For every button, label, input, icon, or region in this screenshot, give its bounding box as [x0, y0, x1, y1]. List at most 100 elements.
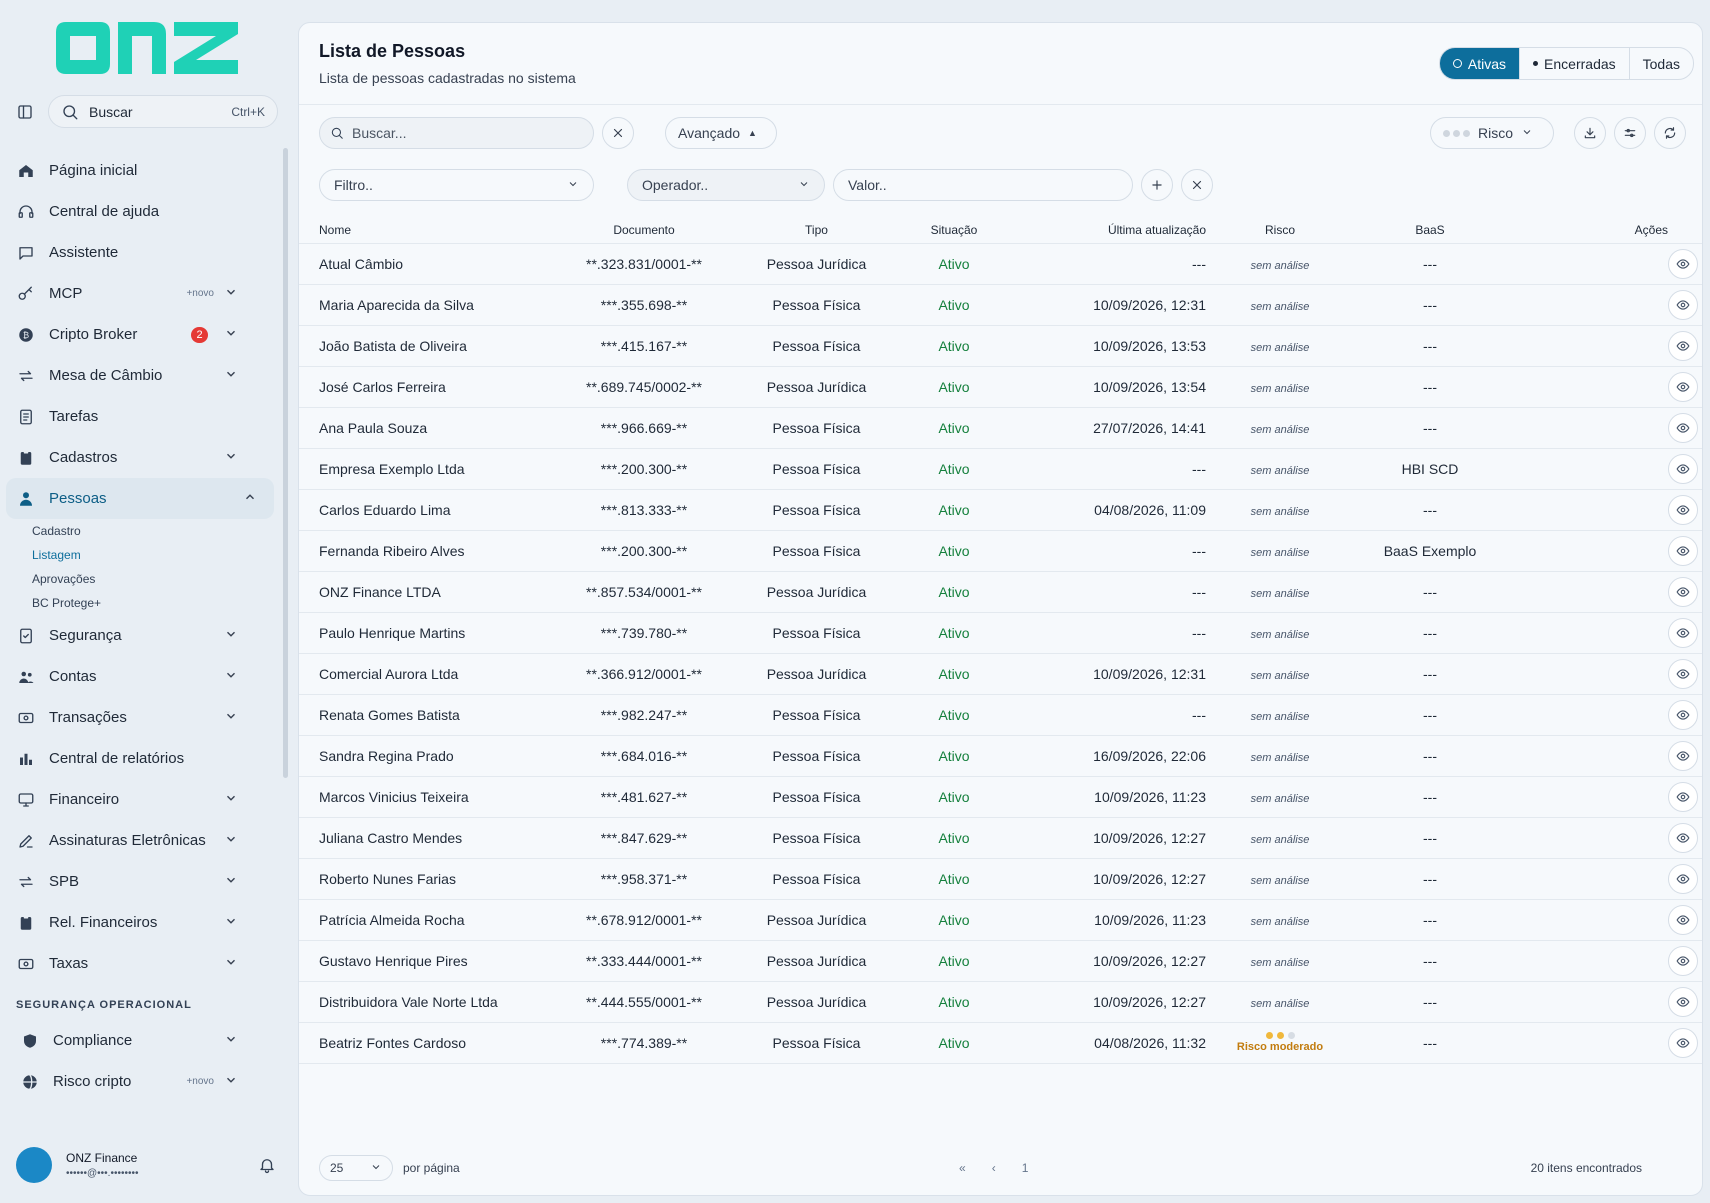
- table-row[interactable]: Maria Aparecida da Silva ***.355.698-** Pe…: [299, 283, 1702, 325]
- sidebar-item-transacoes[interactable]: Transações: [0, 697, 280, 738]
- sidebar-item-pagina-inicial[interactable]: Página inicial: [0, 150, 280, 191]
- view-button[interactable]: [1668, 617, 1698, 648]
- onz-logo[interactable]: [54, 18, 240, 78]
- chevron-down-icon[interactable]: [224, 367, 238, 385]
- sidebar-item-assinaturas-eletronicas[interactable]: Assinaturas Eletrônicas: [0, 820, 280, 861]
- chevron-down-icon[interactable]: [224, 668, 238, 686]
- view-button[interactable]: [1668, 740, 1698, 771]
- table-row[interactable]: Paulo Henrique Martins ***.739.780-** Pess…: [299, 611, 1702, 653]
- sidebar-item-spb[interactable]: SPB: [0, 861, 280, 902]
- view-button[interactable]: [1668, 535, 1698, 566]
- sidebar-item-cripto-broker[interactable]: ₿ Cripto Broker 2: [0, 314, 280, 355]
- sidebar-search[interactable]: Buscar Ctrl+K: [48, 95, 278, 128]
- filter-all[interactable]: Todas: [1628, 48, 1693, 79]
- sidebar-item-seguranca[interactable]: Segurança: [0, 615, 280, 656]
- view-button[interactable]: [1668, 289, 1698, 320]
- sidebar-item-tarefas[interactable]: Tarefas: [0, 396, 280, 437]
- sidebar-scrollbar[interactable]: [283, 148, 288, 778]
- sidebar-item-rel-financeiros[interactable]: Rel. Financeiros: [0, 902, 280, 943]
- subnav-item-listagem[interactable]: Listagem: [32, 543, 280, 567]
- view-button[interactable]: [1668, 658, 1698, 689]
- col-documento[interactable]: Documento: [559, 217, 729, 243]
- filter-select[interactable]: Filtro..: [319, 169, 594, 201]
- risk-filter[interactable]: Risco: [1430, 117, 1554, 149]
- table-row[interactable]: Sandra Regina Prado ***.684.016-** Pessoa …: [299, 734, 1702, 776]
- table-row[interactable]: Juliana Castro Mendes ***.847.629-** Pesso…: [299, 816, 1702, 858]
- chevron-down-icon[interactable]: [224, 914, 238, 932]
- clear-search-button[interactable]: [602, 117, 634, 149]
- sidebar-item-cadastros[interactable]: Cadastros: [0, 437, 280, 478]
- sidebar-item-pessoas[interactable]: Pessoas: [6, 478, 274, 519]
- sidebar-item-mesa-de-cambio[interactable]: Mesa de Câmbio: [0, 355, 280, 396]
- advanced-button[interactable]: Avançado ▲: [665, 117, 777, 149]
- page-number[interactable]: 1: [1022, 1161, 1029, 1175]
- col-baas[interactable]: BaaS: [1340, 217, 1520, 243]
- table-row[interactable]: Beatriz Fontes Cardoso ***.774.389-** Pess…: [299, 1021, 1702, 1064]
- view-button[interactable]: [1668, 494, 1698, 525]
- view-button[interactable]: [1668, 945, 1698, 976]
- table-row[interactable]: José Carlos Ferreira **.689.745/0002-** Pe…: [299, 365, 1702, 407]
- col-risco[interactable]: Risco: [1220, 217, 1340, 243]
- sidebar-item-central-de-relatorios[interactable]: Central de relatórios: [0, 738, 280, 779]
- filter-closed[interactable]: Encerradas: [1519, 48, 1629, 79]
- view-button[interactable]: [1668, 371, 1698, 402]
- subnav-item-cadastro[interactable]: Cadastro: [32, 519, 280, 543]
- sidebar-item-central-de-ajuda[interactable]: Central de ajuda: [0, 191, 280, 232]
- view-button[interactable]: [1668, 248, 1698, 279]
- table-row[interactable]: Marcos Vinicius Teixeira ***.481.627-** Pe…: [299, 775, 1702, 817]
- sidebar-item-risco-cripto[interactable]: Risco cripto +novo: [0, 1061, 280, 1102]
- chevron-down-icon[interactable]: [224, 1032, 238, 1050]
- sidebar-item-taxas[interactable]: Taxas: [0, 943, 280, 984]
- chevron-down-icon[interactable]: [224, 832, 238, 850]
- view-button[interactable]: [1668, 453, 1698, 484]
- prev-page-icon[interactable]: ‹: [992, 1161, 996, 1175]
- col-tipo[interactable]: Tipo: [729, 217, 904, 243]
- view-button[interactable]: [1668, 904, 1698, 935]
- sidebar-item-assistente[interactable]: Assistente: [0, 232, 280, 273]
- table-row[interactable]: Carlos Eduardo Lima ***.813.333-** Pessoa …: [299, 488, 1702, 530]
- chevron-down-icon[interactable]: [224, 1073, 238, 1091]
- view-button[interactable]: [1668, 781, 1698, 812]
- view-button[interactable]: [1668, 330, 1698, 361]
- refresh-button[interactable]: [1654, 117, 1686, 149]
- chevron-down-icon[interactable]: [224, 627, 238, 645]
- view-button[interactable]: [1668, 576, 1698, 607]
- view-button[interactable]: [1668, 863, 1698, 894]
- sidebar-item-contas[interactable]: Contas: [0, 656, 280, 697]
- subnav-item-aprovacoes[interactable]: Aprovações: [32, 567, 280, 591]
- sidebar-item-mcp[interactable]: MCP +novo: [0, 273, 280, 314]
- first-page-icon[interactable]: «: [959, 1161, 966, 1175]
- table-row[interactable]: Fernanda Ribeiro Alves ***.200.300-** Pess…: [299, 529, 1702, 571]
- view-button[interactable]: [1668, 1027, 1698, 1058]
- avatar[interactable]: [16, 1147, 52, 1183]
- view-button[interactable]: [1668, 986, 1698, 1017]
- chevron-down-icon[interactable]: [224, 709, 238, 727]
- add-filter-button[interactable]: [1141, 169, 1173, 201]
- search-input[interactable]: Buscar...: [319, 117, 594, 149]
- table-row[interactable]: Renata Gomes Batista ***.982.247-** Pessoa…: [299, 693, 1702, 735]
- sidebar-item-compliance[interactable]: Compliance: [0, 1020, 280, 1061]
- table-row[interactable]: ONZ Finance LTDA **.857.534/0001-** Pessoa…: [299, 570, 1702, 612]
- view-button[interactable]: [1668, 699, 1698, 730]
- chevron-down-icon[interactable]: [224, 873, 238, 891]
- table-row[interactable]: Empresa Exemplo Ltda ***.200.300-** Pessoa…: [299, 447, 1702, 489]
- col-nome[interactable]: Nome: [299, 217, 559, 243]
- view-button[interactable]: [1668, 412, 1698, 443]
- table-row[interactable]: Roberto Nunes Farias ***.958.371-** Pessoa…: [299, 857, 1702, 899]
- filter-active[interactable]: Ativas: [1439, 48, 1520, 79]
- table-row[interactable]: Distribuidora Vale Norte Ltda **.444.555/…: [299, 980, 1702, 1022]
- chevron-down-icon[interactable]: [224, 326, 238, 344]
- col-ultima-atualizacao[interactable]: Última atualização: [1004, 217, 1220, 243]
- chevron-down-icon[interactable]: [224, 791, 238, 809]
- value-input[interactable]: Valor..: [833, 169, 1133, 201]
- chevron-down-icon[interactable]: [224, 449, 238, 467]
- subnav-item-bc-protege[interactable]: BC Protege+: [32, 591, 280, 615]
- table-row[interactable]: Patrícia Almeida Rocha **.678.912/0001-**…: [299, 898, 1702, 940]
- chevron-up-icon[interactable]: [243, 490, 257, 508]
- sidebar-toggle-icon[interactable]: [16, 103, 34, 121]
- table-row[interactable]: João Batista de Oliveira ***.415.167-** Pe…: [299, 324, 1702, 366]
- table-row[interactable]: Atual Câmbio **.323.831/0001-** Pessoa Jur…: [299, 242, 1702, 284]
- col-situacao[interactable]: Situação: [904, 217, 1004, 243]
- sidebar-item-financeiro[interactable]: Financeiro: [0, 779, 280, 820]
- user-profile[interactable]: ONZ Finance ••••••@•••.••••••••: [16, 1147, 276, 1183]
